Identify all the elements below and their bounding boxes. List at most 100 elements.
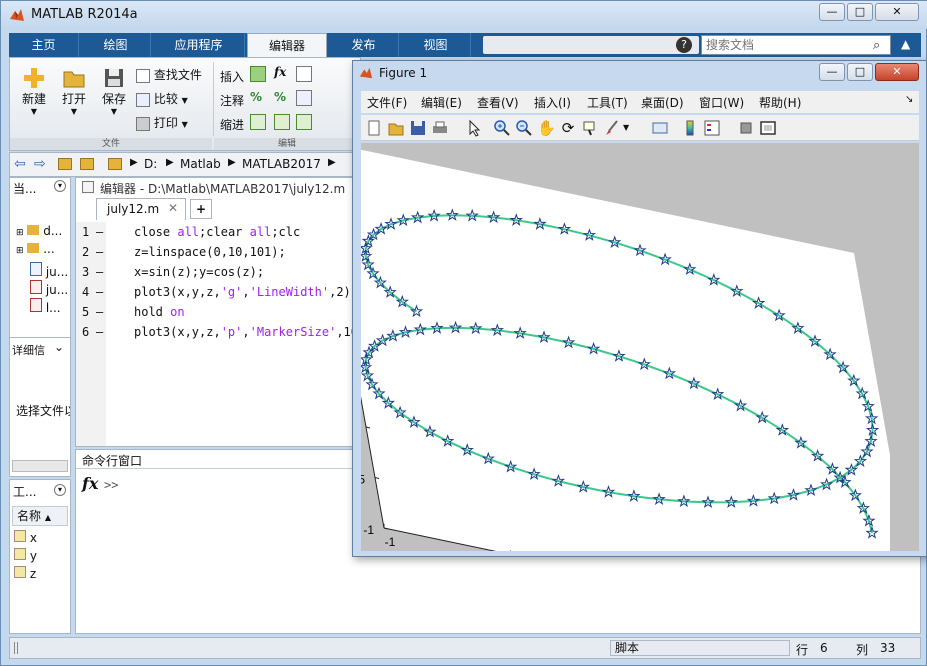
link-plot-icon[interactable]	[651, 119, 669, 137]
insert-function-icon[interactable]	[296, 66, 312, 82]
code-area[interactable]: 1– close all;clear all;clc 2– z=linspace(0…	[82, 222, 360, 362]
variable-icon	[14, 566, 26, 578]
name-column-header[interactable]: 名称 ▲	[12, 506, 68, 526]
panel-menu-icon[interactable]: ▾	[54, 484, 66, 496]
menu-window[interactable]: 窗口(W)	[699, 94, 744, 111]
figure-title: Figure 1	[379, 66, 428, 80]
line-number: 3	[82, 265, 90, 279]
forward-arrow-icon[interactable]: ⇨	[34, 156, 46, 172]
save-button[interactable]: 保存 ▼	[96, 66, 132, 130]
figure-maximize-button[interactable]: □	[847, 63, 873, 81]
wrap-comment-icon[interactable]	[296, 90, 312, 106]
uncomment-icon[interactable]: %	[274, 90, 286, 104]
menu-file[interactable]: 文件(F)	[367, 94, 407, 111]
insert-label[interactable]: 插入	[220, 68, 244, 85]
percent-comment-icon[interactable]: %	[250, 90, 262, 104]
tab-plots[interactable]: 绘图	[81, 33, 151, 57]
expand-icon[interactable]: ⊞	[16, 228, 24, 238]
new-tab-button[interactable]: +	[190, 199, 212, 219]
edit-group-caption: 编辑	[214, 138, 360, 150]
file-item[interactable]: ju...	[30, 280, 74, 298]
command-prompt[interactable]: >>	[104, 478, 118, 492]
legend-icon[interactable]	[703, 119, 721, 137]
tab-publish[interactable]: 发布	[329, 33, 399, 57]
pan-hand-icon[interactable]: ✋	[537, 119, 556, 137]
colorbar-icon[interactable]	[681, 119, 699, 137]
comment-label[interactable]: 注释	[220, 92, 244, 109]
open-button[interactable]: 打开 ▼	[56, 66, 92, 130]
workspace-var[interactable]: z	[14, 566, 36, 581]
tab-apps[interactable]: 应用程序	[153, 33, 245, 57]
close-button[interactable]: ✕	[875, 3, 919, 21]
compare-button[interactable]: 比较 ▼	[136, 90, 216, 108]
smart-indent-icon[interactable]	[250, 114, 266, 130]
find-files-button[interactable]: 查找文件	[136, 66, 216, 84]
file-item[interactable]: ⊞ d...	[16, 224, 70, 242]
dock-arrow-icon[interactable]: ↘	[905, 94, 913, 105]
data-cursor-icon[interactable]	[581, 119, 599, 137]
rotate-3d-icon[interactable]: ⟳	[559, 119, 577, 137]
brush-dropdown-icon[interactable]: ▼	[623, 123, 629, 132]
save-icon	[102, 66, 126, 90]
minimize-button[interactable]: —	[819, 3, 845, 21]
menu-help[interactable]: 帮助(H)	[759, 94, 801, 111]
show-plot-tools-icon[interactable]	[759, 119, 777, 137]
menu-tools[interactable]: 工具(T)	[587, 94, 628, 111]
plot3-axes[interactable]: 0246810-1-0.500.51-1-0.500.51	[327, 140, 919, 655]
search-icon[interactable]: ⌕	[873, 38, 880, 53]
col-value: 33	[880, 641, 896, 655]
open-file-icon[interactable]	[387, 119, 405, 137]
file-item-label: d...	[43, 224, 63, 238]
path-segment-matlab[interactable]: Matlab	[180, 157, 221, 171]
workspace-var[interactable]: x	[14, 530, 37, 545]
expand-icon[interactable]: ⊞	[16, 246, 24, 256]
browse-folder-icon[interactable]	[80, 158, 94, 170]
print-button[interactable]: 打印 ▼	[136, 114, 216, 132]
path-segment-matlab2017[interactable]: MATLAB2017	[242, 157, 321, 171]
tab-editor[interactable]: 编辑器	[247, 33, 327, 57]
panel-title: 当...	[13, 182, 37, 196]
brush-icon[interactable]	[603, 119, 621, 137]
new-button[interactable]: 新建 ▼	[16, 66, 52, 130]
menu-edit[interactable]: 编辑(E)	[421, 94, 462, 111]
figure-close-button[interactable]: ✕	[875, 63, 919, 81]
pointer-icon[interactable]	[465, 119, 483, 137]
file-item[interactable]: ju...	[30, 262, 74, 280]
help-icon[interactable]: ?	[676, 37, 692, 53]
collapse-ribbon-icon[interactable]: ▲	[901, 37, 910, 51]
zoom-out-icon[interactable]	[515, 119, 533, 137]
menu-view[interactable]: 查看(V)	[477, 94, 519, 111]
horizontal-scrollbar[interactable]	[12, 460, 68, 472]
quick-access-icons[interactable]	[483, 36, 699, 54]
fx-icon[interactable]: fx	[82, 474, 98, 493]
decrease-indent-icon[interactable]	[296, 114, 312, 130]
file-item[interactable]: l...	[30, 298, 74, 316]
file-item[interactable]: ⊞ ...	[16, 242, 70, 260]
new-figure-icon[interactable]	[365, 119, 383, 137]
title-bar: MATLAB R2014a — □ ✕	[1, 1, 927, 29]
panel-menu-icon[interactable]: ▾	[54, 180, 66, 192]
maximize-button[interactable]: □	[847, 3, 873, 21]
menu-desktop[interactable]: 桌面(D)	[641, 94, 684, 111]
workspace-var[interactable]: y	[14, 548, 37, 563]
back-arrow-icon[interactable]: ⇦	[14, 156, 26, 172]
save-label: 保存	[101, 92, 126, 106]
chevron-down-icon[interactable]: ⌄	[54, 340, 64, 354]
save-figure-icon[interactable]	[409, 119, 427, 137]
zoom-in-icon[interactable]	[493, 119, 511, 137]
search-input[interactable]	[701, 35, 891, 55]
figure-minimize-button[interactable]: —	[819, 63, 845, 81]
fx-icon[interactable]: fx	[274, 65, 286, 79]
increase-indent-icon[interactable]	[274, 114, 290, 130]
indent-label[interactable]: 缩进	[220, 116, 244, 133]
up-folder-icon[interactable]	[58, 158, 72, 170]
hide-plot-tools-icon[interactable]	[737, 119, 755, 137]
code-line: 3– x=sin(z);y=cos(z);	[82, 262, 360, 282]
tab-home[interactable]: 主页	[9, 33, 79, 57]
close-tab-icon[interactable]: ✕	[168, 201, 178, 215]
menu-insert[interactable]: 插入(I)	[534, 94, 571, 111]
path-drive[interactable]: D:	[144, 157, 157, 171]
print-figure-icon[interactable]	[431, 119, 449, 137]
insert-section-icon[interactable]	[250, 66, 266, 82]
tab-view[interactable]: 视图	[401, 33, 471, 57]
